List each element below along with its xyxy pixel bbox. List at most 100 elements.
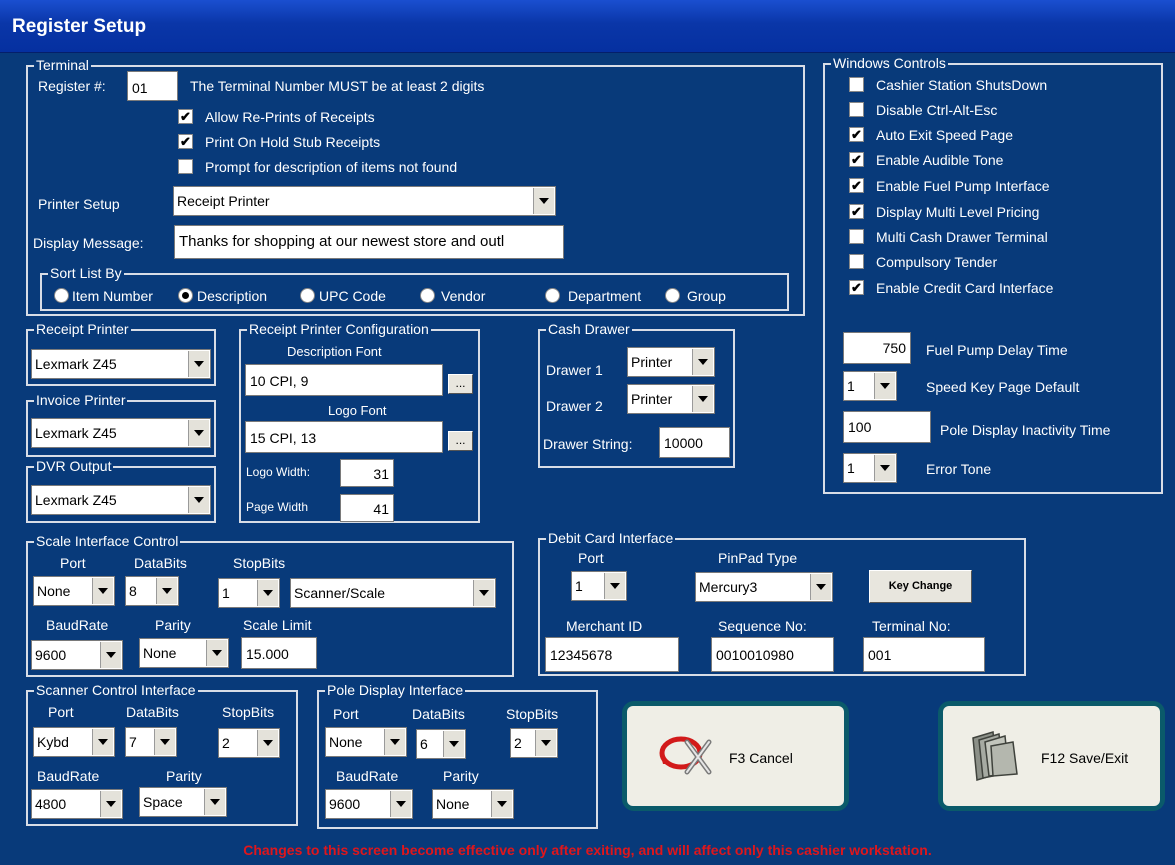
wc-checkbox-6[interactable] bbox=[849, 229, 864, 244]
logo-font-browse-button[interactable]: ... bbox=[448, 431, 473, 451]
pole-stopbits-select[interactable]: 2 bbox=[510, 728, 558, 758]
wc-checkbox-5[interactable]: ✔ bbox=[849, 204, 864, 219]
debit-port-select[interactable]: 1 bbox=[571, 571, 627, 601]
wc-checkbox-8[interactable]: ✔ bbox=[849, 280, 864, 295]
pinpad-type-value: Mercury3 bbox=[699, 579, 758, 595]
pole-parity-select[interactable]: None bbox=[432, 789, 514, 819]
scale-parity-select[interactable]: None bbox=[139, 638, 229, 668]
pole-baud-label: BaudRate bbox=[336, 768, 399, 784]
chevron-down-icon bbox=[604, 573, 625, 599]
save-exit-button[interactable]: F12 Save/Exit bbox=[938, 701, 1165, 811]
pole-inactivity-input[interactable]: 100 bbox=[843, 411, 931, 443]
dvr-output-select[interactable]: Lexmark Z45 bbox=[31, 485, 211, 515]
scanner-port-select[interactable]: Kybd bbox=[33, 727, 115, 757]
sort-upc-radio[interactable] bbox=[300, 288, 315, 303]
chevron-down-icon bbox=[390, 791, 411, 817]
printer-setup-select[interactable]: Receipt Printer bbox=[173, 186, 556, 216]
sort-vendor-radio[interactable] bbox=[420, 288, 435, 303]
drawer1-label: Drawer 1 bbox=[546, 362, 603, 378]
wc-checkbox-4[interactable]: ✔ bbox=[849, 178, 864, 193]
merchant-id-input[interactable]: 12345678 bbox=[545, 637, 679, 672]
pole-stopbits-label: StopBits bbox=[506, 706, 559, 722]
scanner-baud-label: BaudRate bbox=[37, 768, 100, 784]
pole-stopbits-value: 2 bbox=[514, 735, 522, 751]
sort-upc-label: UPC Code bbox=[319, 288, 386, 304]
scale-port-select[interactable]: None bbox=[33, 576, 115, 606]
windows-controls-legend: Windows Controls bbox=[831, 55, 948, 71]
receipt-printer-select[interactable]: Lexmark Z45 bbox=[31, 349, 211, 379]
sort-group-radio[interactable] bbox=[665, 288, 680, 303]
wc-checkbox-1[interactable] bbox=[849, 102, 864, 117]
speed-key-label: Speed Key Page Default bbox=[926, 379, 1080, 395]
sort-item-number-radio[interactable] bbox=[54, 288, 69, 303]
sort-description-radio[interactable] bbox=[178, 288, 193, 303]
invoice-printer-select[interactable]: Lexmark Z45 bbox=[31, 418, 211, 448]
scanner-port-value: Kybd bbox=[37, 734, 69, 750]
pole-baud-select[interactable]: 9600 bbox=[325, 789, 413, 819]
desc-font-browse-button[interactable]: ... bbox=[448, 374, 473, 394]
register-input[interactable]: 01 bbox=[127, 71, 178, 101]
pinpad-type-select[interactable]: Mercury3 bbox=[695, 572, 833, 602]
scanner-parity-value: Space bbox=[143, 794, 183, 810]
sequence-no-input[interactable]: 0010010980 bbox=[711, 637, 834, 672]
wc-label-6: Multi Cash Drawer Terminal bbox=[876, 229, 1048, 245]
scale-limit-label: Scale Limit bbox=[243, 617, 312, 633]
wc-checkbox-2[interactable]: ✔ bbox=[849, 127, 864, 142]
scale-mode-select[interactable]: Scanner/Scale bbox=[290, 578, 496, 608]
chevron-down-icon bbox=[257, 730, 278, 756]
wc-checkbox-0[interactable] bbox=[849, 77, 864, 92]
logo-width-input[interactable]: 31 bbox=[340, 459, 394, 487]
save-exit-label: F12 Save/Exit bbox=[1041, 750, 1129, 766]
chevron-down-icon bbox=[156, 578, 177, 604]
display-message-input[interactable]: Thanks for shopping at our newest store … bbox=[174, 225, 564, 259]
terminal-no-input[interactable]: 001 bbox=[863, 637, 985, 672]
pole-parity-label: Parity bbox=[443, 768, 479, 784]
cancel-button-face: F3 Cancel bbox=[627, 706, 844, 806]
drawer1-select[interactable]: Printer bbox=[627, 347, 715, 377]
drawer-string-input[interactable]: 10000 bbox=[659, 427, 730, 458]
drawer2-label: Drawer 2 bbox=[546, 398, 603, 414]
scanner-parity-select[interactable]: Space bbox=[139, 787, 227, 817]
page-width-input[interactable]: 41 bbox=[340, 494, 394, 522]
scale-mode-value: Scanner/Scale bbox=[294, 585, 386, 601]
wc-checkbox-7[interactable] bbox=[849, 254, 864, 269]
print-on-hold-checkbox[interactable]: ✔ bbox=[178, 134, 193, 149]
rp-config-legend: Receipt Printer Configuration bbox=[247, 321, 431, 337]
scale-databits-select[interactable]: 8 bbox=[125, 576, 179, 606]
scale-baud-select[interactable]: 9600 bbox=[31, 640, 123, 670]
pinpad-type-label: PinPad Type bbox=[718, 550, 798, 566]
key-change-button[interactable]: Key Change bbox=[869, 570, 972, 603]
terminal-legend: Terminal bbox=[34, 57, 91, 73]
chevron-down-icon bbox=[533, 188, 554, 214]
pole-port-select[interactable]: None bbox=[325, 727, 407, 757]
wc-label-7: Compulsory Tender bbox=[876, 254, 998, 270]
pole-databits-select[interactable]: 6 bbox=[416, 729, 466, 759]
scanner-baud-select[interactable]: 4800 bbox=[31, 789, 123, 819]
logo-font-label: Logo Font bbox=[328, 403, 387, 418]
receipt-printer-value: Lexmark Z45 bbox=[35, 356, 117, 372]
speed-key-select[interactable]: 1 bbox=[843, 371, 897, 401]
logo-font-input[interactable]: 15 CPI, 13 bbox=[245, 421, 443, 453]
desc-font-input[interactable]: 10 CPI, 9 bbox=[245, 364, 443, 396]
scale-limit-input[interactable]: 15.000 bbox=[241, 637, 317, 669]
scale-stopbits-select[interactable]: 1 bbox=[218, 578, 280, 608]
scanner-stopbits-select[interactable]: 2 bbox=[218, 728, 280, 758]
cancel-button[interactable]: F3 Cancel bbox=[622, 701, 849, 811]
drawer1-value: Printer bbox=[631, 354, 673, 370]
invoice-printer-legend: Invoice Printer bbox=[34, 392, 128, 408]
pole-display-legend: Pole Display Interface bbox=[325, 682, 466, 698]
prompt-description-checkbox[interactable] bbox=[178, 159, 193, 174]
sort-department-radio[interactable] bbox=[545, 288, 560, 303]
allow-reprints-checkbox[interactable]: ✔ bbox=[178, 109, 193, 124]
chevron-down-icon bbox=[92, 729, 113, 755]
register-note: The Terminal Number MUST be at least 2 d… bbox=[190, 78, 485, 94]
pole-parity-value: None bbox=[436, 796, 470, 812]
fuel-delay-input[interactable]: 750 bbox=[843, 332, 911, 364]
chevron-down-icon bbox=[154, 729, 175, 755]
scale-databits-label: DataBits bbox=[134, 555, 187, 571]
scanner-databits-select[interactable]: 7 bbox=[125, 727, 177, 757]
wc-checkbox-3[interactable]: ✔ bbox=[849, 152, 864, 167]
drawer2-select[interactable]: Printer bbox=[627, 384, 715, 414]
error-tone-select[interactable]: 1 bbox=[843, 453, 897, 483]
chevron-down-icon bbox=[473, 580, 494, 606]
